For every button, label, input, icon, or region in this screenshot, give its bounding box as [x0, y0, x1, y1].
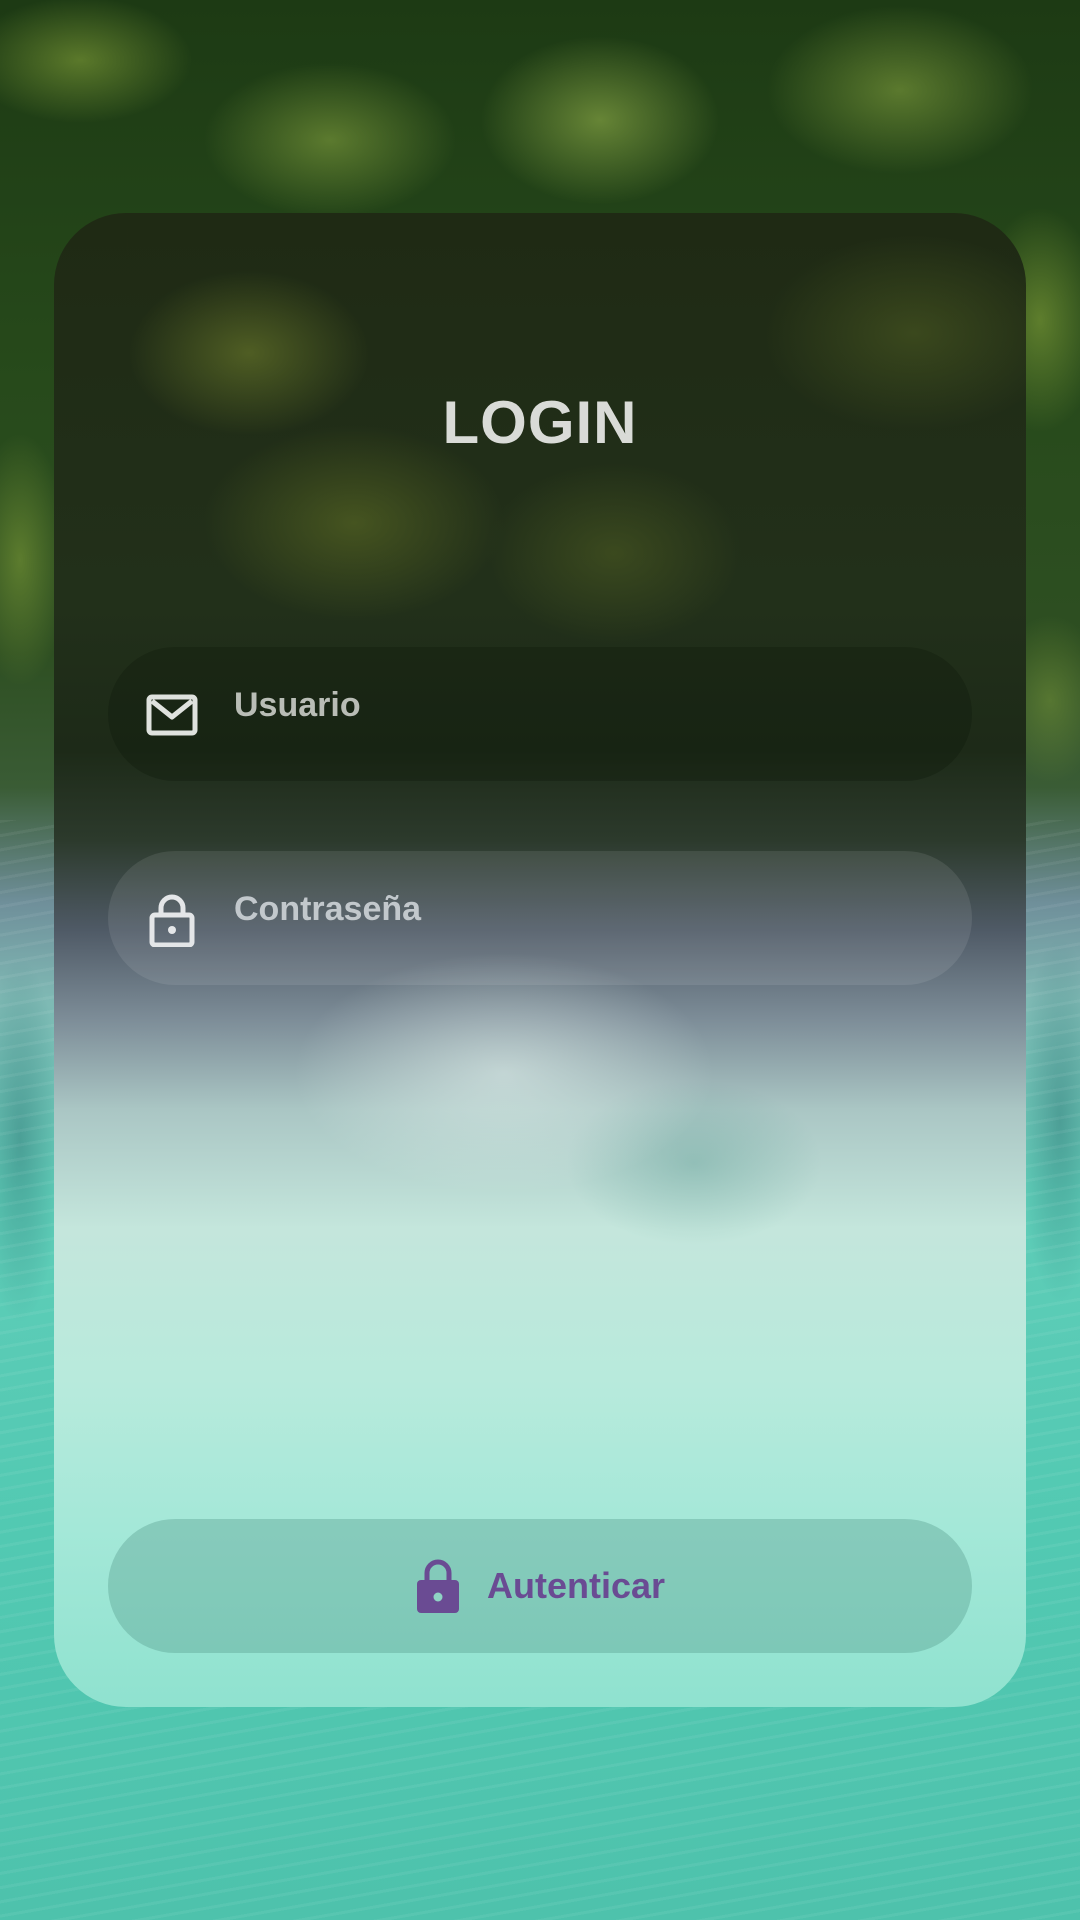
- password-field[interactable]: [108, 851, 972, 985]
- lock-icon: [149, 894, 195, 947]
- login-title: LOGIN: [442, 389, 638, 456]
- login-card: LOGIN Autenticar: [54, 213, 1026, 1707]
- authenticate-button-label: Autenticar: [486, 1565, 666, 1606]
- lock-icon: [416, 1559, 459, 1613]
- username-field[interactable]: [108, 647, 972, 781]
- password-input[interactable]: [234, 851, 934, 967]
- username-input[interactable]: [234, 647, 934, 763]
- login-screen: LOGIN Autenticar: [0, 0, 1080, 1920]
- mail-icon: [146, 694, 198, 736]
- authenticate-button[interactable]: Autenticar: [108, 1519, 972, 1653]
